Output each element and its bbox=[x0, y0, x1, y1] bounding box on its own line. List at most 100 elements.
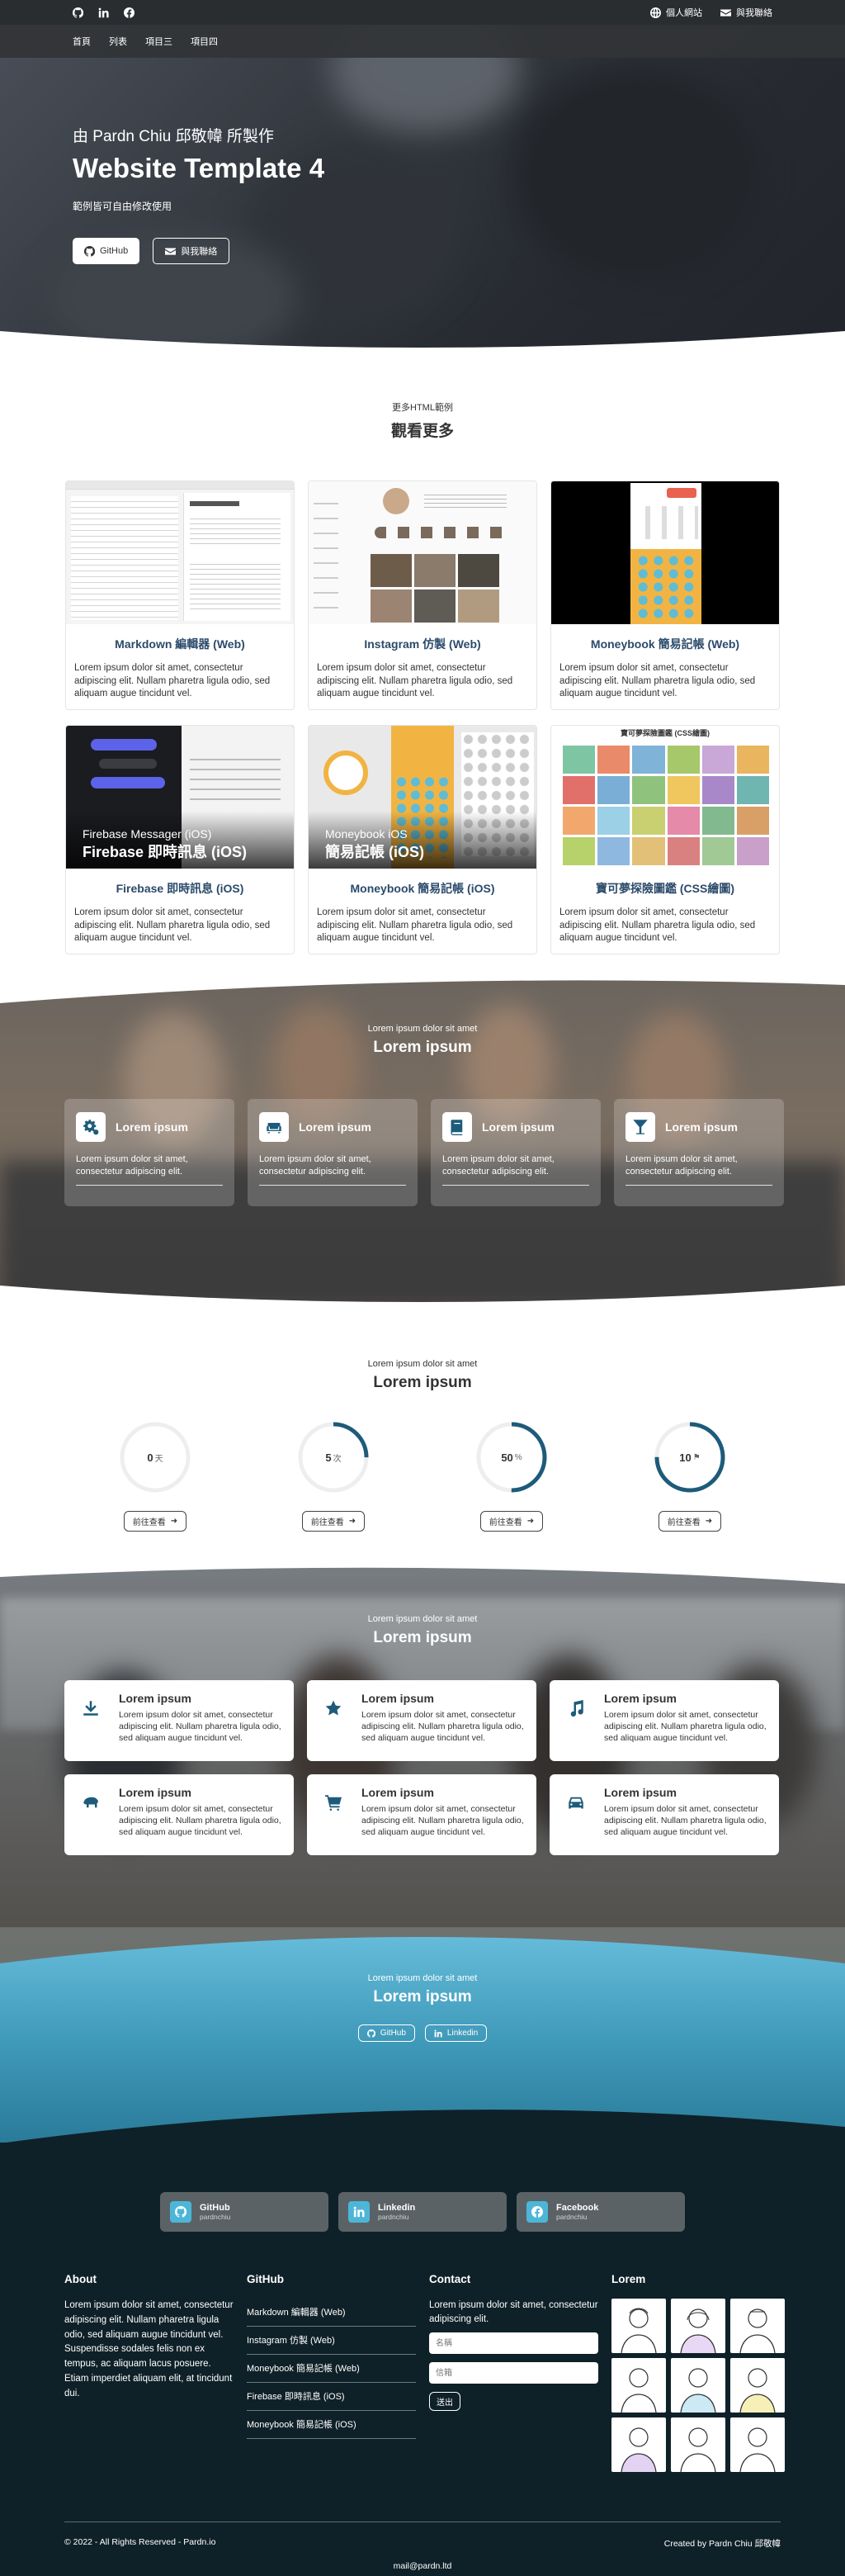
example-thumbnail bbox=[66, 481, 294, 624]
example-thumbnail: Firebase Messager (iOS) Firebase 即時訊息 (i… bbox=[66, 726, 294, 869]
personal-site-link[interactable]: 個人網站 bbox=[650, 6, 702, 19]
footer-contact-text: Lorem ipsum dolor sit amet, consectetur … bbox=[429, 2300, 598, 2324]
hero-github-button[interactable]: GitHub bbox=[73, 238, 140, 264]
footer-social-facebook[interactable]: Facebook pardnchiu bbox=[517, 2192, 685, 2232]
footer-github-title: GitHub bbox=[247, 2273, 284, 2285]
thumbnail-caption-main: Firebase 即時訊息 (iOS) bbox=[83, 844, 248, 860]
copyright: © 2022 - All Rights Reserved - Pardn.io bbox=[64, 2537, 216, 2547]
gallery-illustration[interactable] bbox=[671, 2299, 725, 2353]
contact-email-field[interactable] bbox=[429, 2362, 598, 2384]
progress-value: 50 bbox=[501, 1451, 513, 1464]
footer-gallery: Lorem bbox=[611, 2273, 785, 2472]
footer-link[interactable]: Moneybook 簡易記帳 (Web) bbox=[247, 2355, 416, 2383]
nav-item-home[interactable]: 首頁 bbox=[73, 35, 91, 48]
thumbnail-caption-sub: Firebase Messager (iOS) bbox=[83, 827, 212, 841]
hero-contact-label: 與我聯絡 bbox=[181, 247, 218, 257]
services-wave-top bbox=[0, 1565, 845, 1584]
linkedin-icon bbox=[348, 2201, 370, 2223]
github-icon bbox=[366, 2029, 375, 2038]
main-nav: 首頁 列表 項目三 項目四 bbox=[0, 25, 845, 58]
gallery-illustration[interactable] bbox=[730, 2299, 785, 2353]
feature-card: Lorem ipsum Lorem ipsum dolor sit amet, … bbox=[614, 1099, 784, 1206]
service-card-title: Lorem ipsum bbox=[361, 1692, 434, 1705]
footer-link[interactable]: Markdown 編輯器 (Web) bbox=[247, 2299, 416, 2327]
progress-item: 0天 前往查看 ➜ bbox=[97, 1420, 213, 1532]
example-card-text: Lorem ipsum dolor sit amet, consectetur … bbox=[317, 907, 513, 944]
service-card: Lorem ipsum Lorem ipsum dolor sit amet, c… bbox=[64, 1774, 294, 1855]
progress-title: Lorem ipsum bbox=[373, 1374, 472, 1391]
example-card-text: Lorem ipsum dolor sit amet, consectetur … bbox=[559, 907, 756, 944]
example-card-markdown[interactable]: Markdown 編輯器 (Web) Lorem ipsum dolor sit… bbox=[65, 481, 295, 710]
facebook-icon[interactable] bbox=[124, 7, 135, 18]
github-icon bbox=[83, 245, 96, 257]
example-card-title: 寶可夢探險圖鑑 (CSS繪圖) bbox=[596, 882, 734, 895]
progress-view-label: 前往查看 bbox=[132, 1518, 166, 1527]
facebook-icon bbox=[526, 2201, 548, 2223]
hero-wave-divider bbox=[0, 331, 845, 355]
example-card-moneybook-web[interactable]: Moneybook 簡易記帳 (Web) Lorem ipsum dolor s… bbox=[550, 481, 780, 710]
progress-view-button[interactable]: 前往查看 ➜ bbox=[658, 1511, 722, 1532]
services-section: Lorem ipsum dolor sit amet Lorem ipsum L… bbox=[0, 1565, 845, 1928]
example-card-title: Moneybook 簡易記帳 (Web) bbox=[590, 637, 740, 651]
footer-about-text: Lorem ipsum dolor sit amet, consectetur … bbox=[64, 2300, 234, 2398]
feature-card-text: Lorem ipsum dolor sit amet, consectetur … bbox=[442, 1153, 589, 1186]
footer-mail-link[interactable]: mail@pardn.ltd bbox=[0, 2550, 845, 2576]
cta-linkedin-button[interactable]: Linkedin bbox=[424, 2024, 488, 2042]
footer-contact-title: Contact bbox=[429, 2273, 471, 2285]
service-card: Lorem ipsum Lorem ipsum dolor sit amet, c… bbox=[550, 1774, 779, 1855]
gallery-illustration[interactable] bbox=[730, 2417, 785, 2472]
hero-title: Website Template 4 bbox=[73, 153, 325, 183]
globe-icon bbox=[650, 7, 661, 18]
cta-github-button[interactable]: GitHub bbox=[357, 2024, 415, 2042]
linkedin-icon[interactable] bbox=[98, 7, 109, 18]
contact-me-link[interactable]: 與我聯絡 bbox=[720, 6, 772, 19]
example-card-firebase[interactable]: Firebase Messager (iOS) Firebase 即時訊息 (i… bbox=[65, 725, 295, 954]
progress-item: 5次 前往查看 ➜ bbox=[276, 1420, 391, 1532]
footer-link[interactable]: Moneybook 簡易記帳 (iOS) bbox=[247, 2411, 416, 2439]
social-handle: pardnchiu bbox=[200, 2213, 231, 2221]
hippo-icon bbox=[74, 1786, 107, 1844]
gallery-illustration[interactable] bbox=[611, 2358, 666, 2413]
example-thumbnail bbox=[551, 481, 779, 624]
service-card-title: Lorem ipsum bbox=[119, 1786, 191, 1799]
progress-view-button[interactable]: 前往查看 ➜ bbox=[301, 1511, 366, 1532]
example-card-moneybook-ios[interactable]: Moneybook iOS 簡易記帳 (iOS) Moneybook 簡易記帳 … bbox=[308, 725, 537, 954]
progress-view-button[interactable]: 前往查看 ➜ bbox=[123, 1511, 187, 1532]
footer-link[interactable]: Instagram 仿製 (Web) bbox=[247, 2327, 416, 2355]
nav-item-four[interactable]: 項目四 bbox=[191, 35, 218, 48]
more-title: 觀看更多 bbox=[390, 423, 454, 440]
progress-ring: 0天 bbox=[118, 1420, 192, 1494]
example-card-pokedex[interactable]: 寶可夢探險圖鑑 (CSS繪圖) 寶可夢探險圖鑑 (CSS繪圖) Lorem ip… bbox=[550, 725, 780, 954]
feature-card-text: Lorem ipsum dolor sit amet, consectetur … bbox=[76, 1153, 223, 1186]
gallery-illustration[interactable] bbox=[611, 2299, 666, 2353]
progress-view-button[interactable]: 前往查看 ➜ bbox=[479, 1511, 544, 1532]
gallery-illustration[interactable] bbox=[671, 2417, 725, 2472]
example-card-instagram[interactable]: Instagram 仿製 (Web) Lorem ipsum dolor sit… bbox=[308, 481, 537, 710]
gallery-illustration[interactable] bbox=[730, 2358, 785, 2413]
hero-contact-button[interactable]: 與我聯絡 bbox=[153, 238, 230, 264]
progress-value: 0 bbox=[147, 1451, 153, 1464]
gallery-illustration[interactable] bbox=[611, 2417, 666, 2472]
gallery-illustration[interactable] bbox=[671, 2358, 725, 2413]
footer-social-github[interactable]: GitHub pardnchiu bbox=[160, 2192, 328, 2232]
nav-item-three[interactable]: 項目三 bbox=[145, 35, 172, 48]
thumbnail-caption: Moneybook iOS 簡易記帳 (iOS) bbox=[325, 827, 424, 862]
social-handle: pardnchiu bbox=[556, 2213, 588, 2221]
contact-name-field[interactable] bbox=[429, 2332, 598, 2355]
service-card-text: Lorem ipsum dolor sit amet, consectetur … bbox=[604, 1710, 767, 1744]
cta-linkedin-label: Linkedin bbox=[446, 2029, 479, 2038]
footer-social-linkedin[interactable]: Linkedin pardnchiu bbox=[338, 2192, 507, 2232]
example-card-title: Moneybook 簡易記帳 (iOS) bbox=[350, 882, 495, 895]
example-card-text: Lorem ipsum dolor sit amet, consectetur … bbox=[317, 663, 513, 699]
thumbnail-caption-main: 簡易記帳 (iOS) bbox=[325, 844, 424, 860]
github-icon[interactable] bbox=[72, 7, 84, 18]
footer-link[interactable]: Firebase 即時訊息 (iOS) bbox=[247, 2383, 416, 2411]
music-icon bbox=[559, 1692, 592, 1750]
thumbnail-title: 寶可夢探險圖鑑 (CSS繪圖) bbox=[620, 729, 710, 737]
linkedin-icon bbox=[434, 2029, 442, 2038]
contact-send-button[interactable]: 送出 bbox=[429, 2392, 460, 2412]
nav-item-list[interactable]: 列表 bbox=[109, 35, 127, 48]
hero-author-line: 由 Pardn Chiu 邱敬幃 所製作 bbox=[73, 128, 274, 145]
gears-icon bbox=[76, 1112, 106, 1142]
progress-ring: 10 ⚑ bbox=[653, 1420, 727, 1494]
